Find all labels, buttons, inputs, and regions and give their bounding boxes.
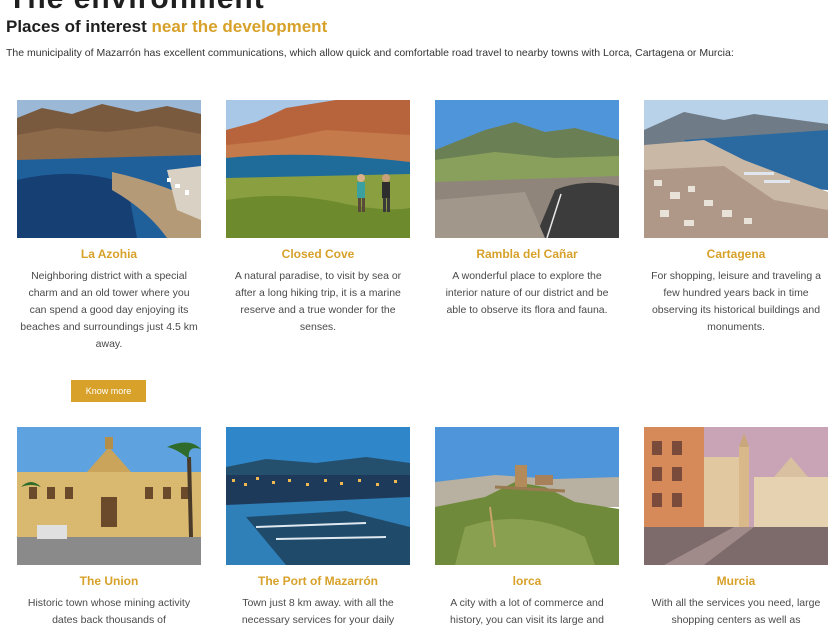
lorca-photo xyxy=(435,427,619,565)
cartagena-photo xyxy=(644,100,828,238)
card-description: Neighboring district with a special char… xyxy=(20,270,198,350)
section-heading-main: Places of interest xyxy=(6,17,147,36)
card-description: A natural paradise, to visit by sea or a… xyxy=(234,270,402,333)
card-title: Cartagena xyxy=(706,247,766,261)
card-title: The Port of Mazarrón xyxy=(257,574,378,588)
place-card-murcia: Murcia With all the services you need, l… xyxy=(644,427,828,629)
card-title: La Azohia xyxy=(80,247,138,261)
intro-text: The municipality of Mazarrón has excelle… xyxy=(6,47,734,59)
port-of-mazarron-photo xyxy=(226,427,410,565)
page: The environment Places of interest near … xyxy=(0,0,840,630)
card-title: The Union xyxy=(79,574,139,588)
page-title: The environment xyxy=(8,0,265,16)
card-description: A wonderful place to explore the interio… xyxy=(445,270,609,316)
place-card-cartagena: Cartagena For shopping, leisure and trav… xyxy=(644,100,828,336)
place-card-port-of-mazarron: The Port of Mazarrón Town just 8 km away… xyxy=(226,427,410,629)
place-card-lorca: lorca A city with a lot of commerce and … xyxy=(435,427,619,629)
section-heading: Places of interest near the development xyxy=(6,17,327,37)
card-description: Town just 8 km away. with all the necess… xyxy=(241,597,395,626)
place-card-closed-cove: Closed Cove A natural paradise, to visit… xyxy=(226,100,410,336)
card-title: Murcia xyxy=(716,574,756,588)
place-card-la-azohia: La Azohia Neighboring district with a sp… xyxy=(17,100,201,353)
section-heading-accent: near the development xyxy=(151,17,328,36)
card-description: A city with a lot of commerce and histor… xyxy=(450,597,604,626)
card-title: Closed Cove xyxy=(281,247,355,261)
know-more-button[interactable]: Know more xyxy=(71,380,146,402)
the-union-photo xyxy=(17,427,201,565)
rambla-del-canar-photo xyxy=(435,100,619,238)
card-title: Rambla del Cañar xyxy=(476,247,578,261)
la-azohia-photo xyxy=(17,100,201,238)
card-title: lorca xyxy=(512,574,542,588)
card-description: Historic town whose mining activity date… xyxy=(27,597,191,626)
card-description: For shopping, leisure and traveling a fe… xyxy=(651,270,821,333)
place-card-rambla-del-canar: Rambla del Cañar A wonderful place to ex… xyxy=(435,100,619,319)
murcia-photo xyxy=(644,427,828,565)
closed-cove-photo xyxy=(226,100,410,238)
card-description: With all the services you need, large sh… xyxy=(651,597,821,626)
place-card-the-union: The Union Historic town whose mining act… xyxy=(17,427,201,629)
